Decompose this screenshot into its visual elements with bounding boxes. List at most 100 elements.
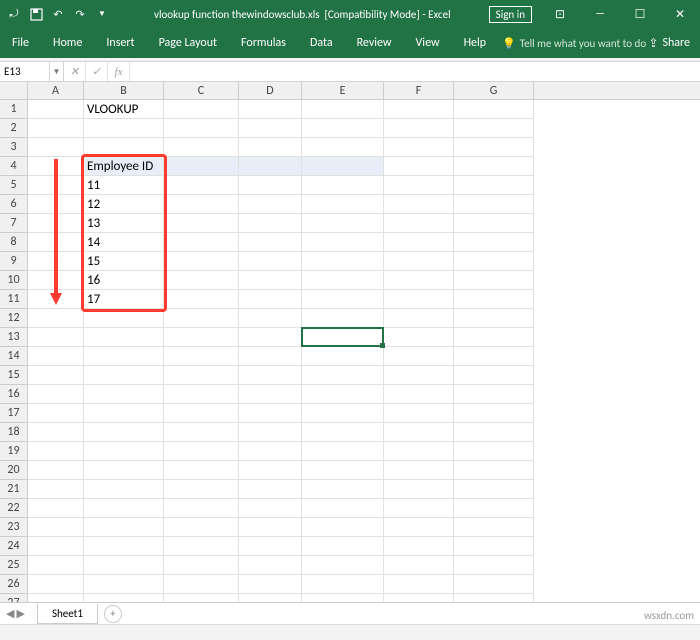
cancel-formula-icon[interactable]: ✕ [64, 62, 86, 81]
cell-F20[interactable] [384, 461, 454, 480]
cell-A21[interactable] [28, 480, 84, 499]
cell-D8[interactable] [239, 233, 302, 252]
cell-B22[interactable] [84, 499, 164, 518]
cell-A12[interactable] [28, 309, 84, 328]
cell-F21[interactable] [384, 480, 454, 499]
cell-G6[interactable] [454, 195, 534, 214]
row-header-6[interactable]: 6 [0, 195, 28, 214]
cell-B1[interactable]: VLOOKUP [84, 100, 164, 119]
cell-C6[interactable] [164, 195, 239, 214]
cell-A16[interactable] [28, 385, 84, 404]
cell-A15[interactable] [28, 366, 84, 385]
cell-A11[interactable] [28, 290, 84, 309]
cell-E11[interactable] [302, 290, 384, 309]
cell-D20[interactable] [239, 461, 302, 480]
tab-review[interactable]: Review [345, 28, 404, 58]
qat-dropdown-icon[interactable]: ▼ [94, 6, 110, 22]
cell-F14[interactable] [384, 347, 454, 366]
cell-E3[interactable] [302, 138, 384, 157]
row-header-4[interactable]: 4 [0, 157, 28, 176]
cell-F8[interactable] [384, 233, 454, 252]
tab-file[interactable]: File [0, 28, 41, 58]
col-header-B[interactable]: B [84, 82, 164, 100]
cell-C25[interactable] [164, 556, 239, 575]
cell-E7[interactable] [302, 214, 384, 233]
col-header-A[interactable]: A [28, 82, 84, 100]
cell-F23[interactable] [384, 518, 454, 537]
cell-G7[interactable] [454, 214, 534, 233]
cell-F12[interactable] [384, 309, 454, 328]
row-header-21[interactable]: 21 [0, 480, 28, 499]
cell-F10[interactable] [384, 271, 454, 290]
cell-A8[interactable] [28, 233, 84, 252]
cell-D21[interactable] [239, 480, 302, 499]
cell-A14[interactable] [28, 347, 84, 366]
cell-D13[interactable] [239, 328, 302, 347]
cell-E8[interactable] [302, 233, 384, 252]
cell-D4[interactable] [239, 157, 302, 176]
cell-E1[interactable] [302, 100, 384, 119]
row-header-19[interactable]: 19 [0, 442, 28, 461]
cell-E19[interactable] [302, 442, 384, 461]
cell-C14[interactable] [164, 347, 239, 366]
row-header-22[interactable]: 22 [0, 499, 28, 518]
row-headers[interactable]: 1234567891011121314151617181920212223242… [0, 100, 28, 612]
cell-G15[interactable] [454, 366, 534, 385]
cell-G24[interactable] [454, 537, 534, 556]
row-header-14[interactable]: 14 [0, 347, 28, 366]
row-header-5[interactable]: 5 [0, 176, 28, 195]
cell-A24[interactable] [28, 537, 84, 556]
cells-area[interactable]: VLOOKUPEmployee ID11121314151617 [28, 100, 700, 612]
autosave-icon[interactable]: ⤾ [6, 6, 22, 22]
row-header-9[interactable]: 9 [0, 252, 28, 271]
cell-F6[interactable] [384, 195, 454, 214]
formula-input[interactable] [130, 62, 700, 81]
cell-D7[interactable] [239, 214, 302, 233]
name-box-dropdown-icon[interactable]: ▼ [50, 62, 64, 81]
cell-E20[interactable] [302, 461, 384, 480]
cell-D6[interactable] [239, 195, 302, 214]
cell-G19[interactable] [454, 442, 534, 461]
cell-D18[interactable] [239, 423, 302, 442]
row-header-20[interactable]: 20 [0, 461, 28, 480]
cell-D16[interactable] [239, 385, 302, 404]
row-header-8[interactable]: 8 [0, 233, 28, 252]
cell-F19[interactable] [384, 442, 454, 461]
cell-D23[interactable] [239, 518, 302, 537]
cell-D5[interactable] [239, 176, 302, 195]
cell-A10[interactable] [28, 271, 84, 290]
cell-C13[interactable] [164, 328, 239, 347]
cell-A25[interactable] [28, 556, 84, 575]
cell-G9[interactable] [454, 252, 534, 271]
cell-B18[interactable] [84, 423, 164, 442]
cell-A7[interactable] [28, 214, 84, 233]
cell-E4[interactable] [302, 157, 384, 176]
cell-G22[interactable] [454, 499, 534, 518]
cell-E14[interactable] [302, 347, 384, 366]
save-icon[interactable] [28, 6, 44, 22]
cell-F15[interactable] [384, 366, 454, 385]
cell-C10[interactable] [164, 271, 239, 290]
cell-B15[interactable] [84, 366, 164, 385]
row-header-13[interactable]: 13 [0, 328, 28, 347]
cell-A4[interactable] [28, 157, 84, 176]
cell-G5[interactable] [454, 176, 534, 195]
cell-B7[interactable]: 13 [84, 214, 164, 233]
col-header-G[interactable]: G [454, 82, 534, 100]
cell-F1[interactable] [384, 100, 454, 119]
cell-E23[interactable] [302, 518, 384, 537]
col-header-E[interactable]: E [302, 82, 384, 100]
col-header-D[interactable]: D [239, 82, 302, 100]
cell-A9[interactable] [28, 252, 84, 271]
cell-G23[interactable] [454, 518, 534, 537]
cell-B14[interactable] [84, 347, 164, 366]
cell-C23[interactable] [164, 518, 239, 537]
cell-F13[interactable] [384, 328, 454, 347]
cell-B13[interactable] [84, 328, 164, 347]
cell-B20[interactable] [84, 461, 164, 480]
cell-D3[interactable] [239, 138, 302, 157]
cell-C3[interactable] [164, 138, 239, 157]
cell-A20[interactable] [28, 461, 84, 480]
sign-in-button[interactable]: Sign in [489, 6, 532, 23]
sheet-prev-icon[interactable]: ◀ [6, 607, 14, 620]
